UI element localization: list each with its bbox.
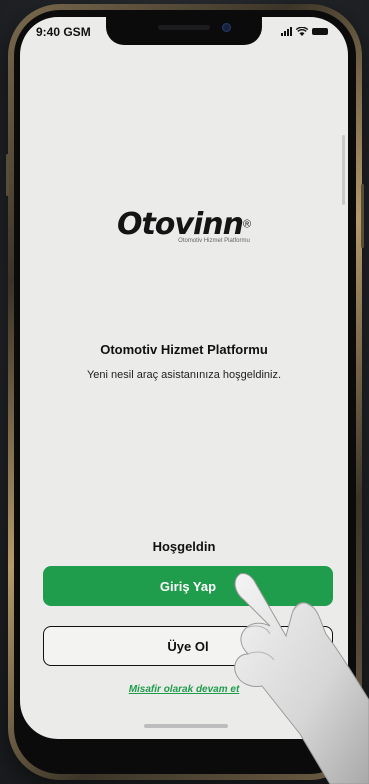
register-button[interactable]: Üye Ol	[43, 626, 333, 666]
welcome-heading: Hoşgeldin	[152, 539, 216, 554]
wifi-icon	[296, 27, 308, 36]
front-camera	[222, 23, 231, 32]
status-time: 9:40 GSM	[36, 25, 91, 39]
login-button[interactable]: Giriş Yap	[43, 566, 333, 606]
logo-wordmark: Otovinn	[116, 207, 244, 242]
home-indicator	[144, 724, 228, 728]
status-icons	[281, 27, 328, 36]
app-screen: 9:40 GSM Otovinn® Otomotiv Hizmet Platfo…	[20, 17, 348, 739]
guest-continue-link[interactable]: Misafir olarak devam et	[20, 684, 348, 695]
page-subtitle: Yeni nesil araç asistanınıza hoşgeldiniz…	[86, 369, 282, 381]
login-button-label: Giriş Yap	[159, 578, 217, 594]
notch	[106, 17, 262, 45]
cellular-signal-icon	[281, 27, 292, 36]
page-title: Otomotiv Hizmet Platformu	[100, 342, 268, 357]
brand-logo: Otovinn® Otomotiv Hizmet Platformu	[20, 207, 348, 244]
battery-icon	[312, 28, 328, 35]
scrollbar[interactable]	[342, 135, 345, 205]
registered-mark: ®	[242, 218, 252, 231]
earpiece-speaker	[158, 25, 210, 30]
power-button	[361, 184, 364, 248]
register-button-label: Üye Ol	[167, 638, 209, 654]
volume-button	[6, 154, 9, 196]
